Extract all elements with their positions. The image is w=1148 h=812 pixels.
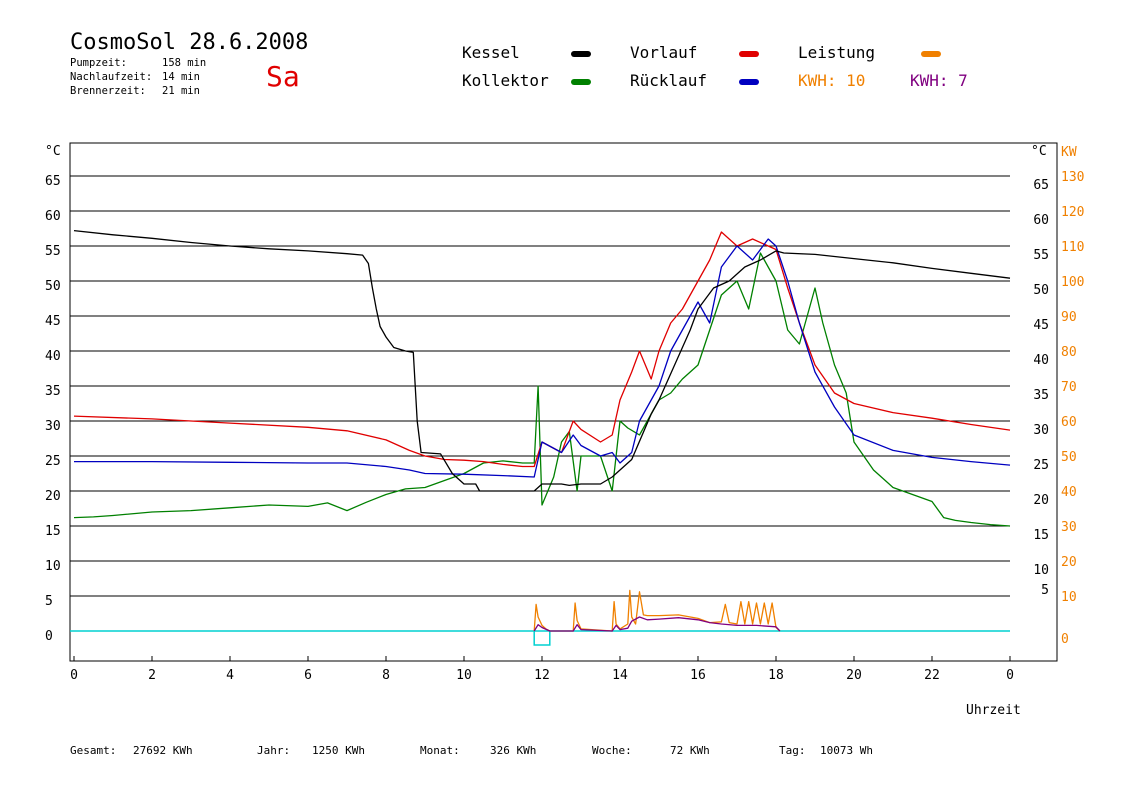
kw-tick-label: 100 xyxy=(1061,275,1084,290)
footer-gesamt-label: Gesamt: xyxy=(70,744,117,757)
footer-tag-value: 10073 Wh xyxy=(820,744,873,757)
x-tick-label: 0 xyxy=(1006,668,1014,683)
kw-tick-label: 10 xyxy=(1061,590,1077,605)
kw-axis-unit: KW xyxy=(1061,145,1077,160)
footer-woche-label: Woche: xyxy=(592,744,632,757)
x-tick-label: 4 xyxy=(226,668,234,683)
kw-tick-label: 30 xyxy=(1061,520,1077,535)
y-tick-label-right: 50 xyxy=(1033,283,1049,298)
kw-tick-label: 70 xyxy=(1061,380,1077,395)
x-tick-label: 16 xyxy=(690,668,706,683)
x-tick-label: 18 xyxy=(768,668,784,683)
y-tick-label-left: 50 xyxy=(45,279,61,294)
x-tick-label: 22 xyxy=(924,668,940,683)
kw-tick-label: 50 xyxy=(1061,450,1077,465)
x-axis-label: Uhrzeit xyxy=(966,703,1021,718)
y-tick-label-right: 10 xyxy=(1033,563,1049,578)
footer-monat-value: 326 KWh xyxy=(490,744,537,757)
y-tick-label-left: 10 xyxy=(45,559,61,574)
y-tick-label-left: 40 xyxy=(45,349,61,364)
y-tick-label-left: 20 xyxy=(45,489,61,504)
kw-tick-label: 60 xyxy=(1061,415,1077,430)
y-tick-label-left: 25 xyxy=(45,454,61,469)
y-tick-label-left: 45 xyxy=(45,314,61,329)
x-tick-label: 0 xyxy=(70,668,78,683)
y-tick-label-right: 25 xyxy=(1033,458,1049,473)
x-tick-label: 6 xyxy=(304,668,312,683)
y-tick-label-right: 35 xyxy=(1033,388,1049,403)
footer-jahr-value: 1250 KWh xyxy=(312,744,365,757)
y-tick-label-left: 5 xyxy=(45,594,53,609)
x-tick-label: 10 xyxy=(456,668,472,683)
y-tick-label-left: 35 xyxy=(45,384,61,399)
series-line-ruecklauf xyxy=(74,238,1011,478)
footer-gesamt-value: 27692 KWh xyxy=(133,744,193,757)
y-axis-unit-right: °C xyxy=(1031,144,1047,159)
y-tick-label-right: 55 xyxy=(1033,248,1049,263)
footer-monat-label: Monat: xyxy=(420,744,460,757)
kw-tick-label: 80 xyxy=(1061,345,1077,360)
y-tick-label-right: 30 xyxy=(1033,423,1049,438)
kw-tick-label: 130 xyxy=(1061,170,1084,185)
y-tick-label-left: 15 xyxy=(45,524,61,539)
series-line-kessel xyxy=(73,229,1011,492)
y-tick-label-left: 30 xyxy=(45,419,61,434)
footer-tag-label: Tag: xyxy=(779,744,806,757)
x-tick-label: 2 xyxy=(148,668,156,683)
kw-tick-label: 20 xyxy=(1061,555,1077,570)
kw-tick-label: 90 xyxy=(1061,310,1077,325)
y-axis-unit-left: °C xyxy=(45,144,61,159)
y-tick-label-right: 65 xyxy=(1033,178,1049,193)
x-tick-label: 14 xyxy=(612,668,628,683)
y-tick-label-left: 65 xyxy=(45,174,61,189)
y-tick-label-left: 55 xyxy=(45,244,61,259)
series-line-kollektor xyxy=(73,252,1011,527)
y-tick-label-left: 0 xyxy=(45,629,53,644)
y-tick-label-right: 60 xyxy=(1033,213,1049,228)
y-tick-label-left: 60 xyxy=(45,209,61,224)
y-tick-label-right: 5 xyxy=(1041,583,1049,598)
x-tick-label: 20 xyxy=(846,668,862,683)
y-tick-label-right: 45 xyxy=(1033,318,1049,333)
zero-line-marker xyxy=(533,631,551,646)
series-line-kwh2 xyxy=(533,616,781,632)
x-tick-label: 12 xyxy=(534,668,550,683)
y-tick-label-right: 40 xyxy=(1033,353,1049,368)
kw-tick-label: 110 xyxy=(1061,240,1084,255)
series-line-vorlauf xyxy=(73,231,1011,468)
kw-tick-label: 40 xyxy=(1061,485,1077,500)
footer-woche-value: 72 KWh xyxy=(670,744,710,757)
kw-tick-label: 0 xyxy=(1061,632,1069,647)
y-tick-label-right: 15 xyxy=(1033,528,1049,543)
y-tick-label-right: 20 xyxy=(1033,493,1049,508)
footer-jahr-label: Jahr: xyxy=(257,744,291,757)
kw-tick-label: 120 xyxy=(1061,205,1084,220)
temperature-chart: 05101520253035404550556065°C510152025303… xyxy=(45,142,1084,718)
plot-frame xyxy=(69,142,1058,662)
x-tick-label: 8 xyxy=(382,668,390,683)
